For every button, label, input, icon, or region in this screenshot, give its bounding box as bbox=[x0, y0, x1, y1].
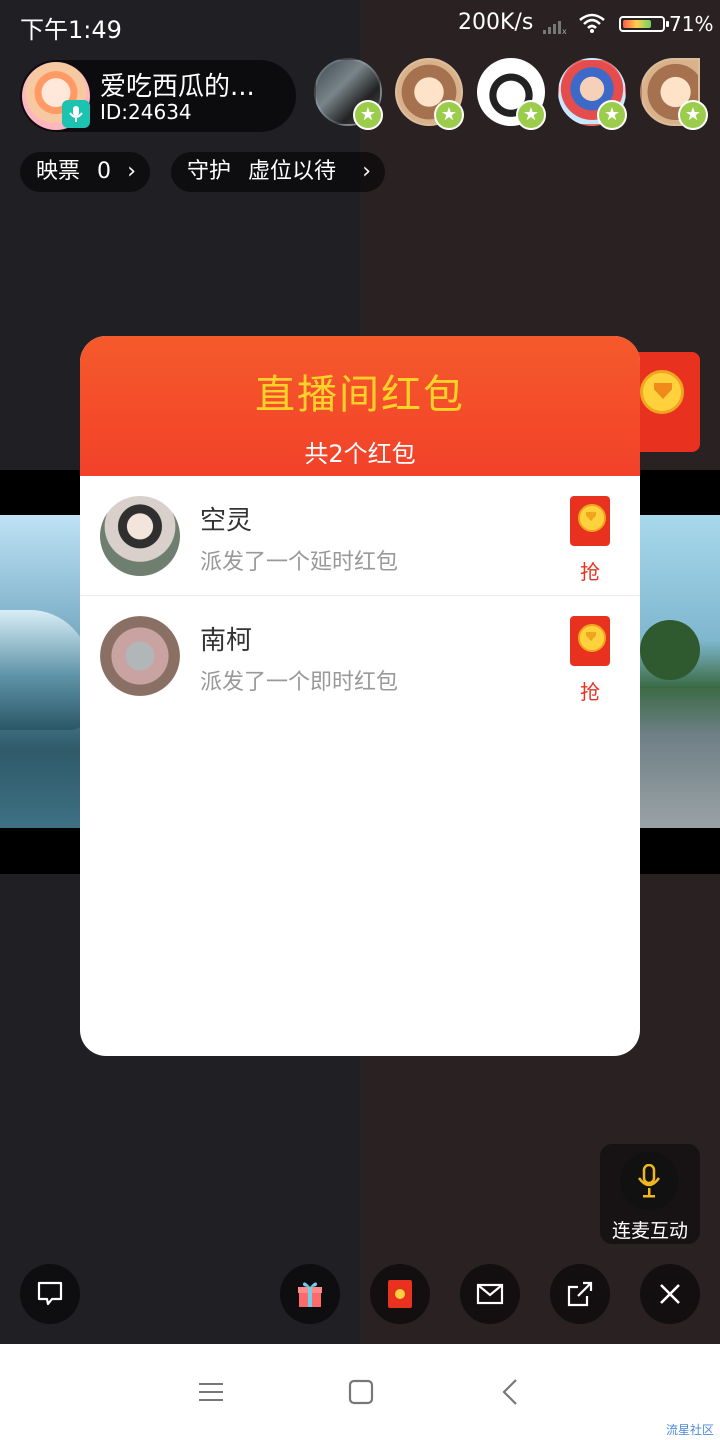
guard-value: 虚位以待 bbox=[248, 159, 337, 184]
star-badge-icon: ★ bbox=[434, 100, 464, 130]
red-packet-icon[interactable] bbox=[570, 616, 610, 666]
host-name: 爱吃西瓜的... bbox=[100, 72, 255, 102]
link-mic-label: 连麦互动 bbox=[611, 1220, 688, 1242]
wifi-icon bbox=[579, 13, 605, 33]
menu-icon[interactable] bbox=[195, 1376, 227, 1408]
list-item[interactable]: 南柯 派发了一个即时红包 抢 bbox=[80, 596, 640, 716]
sender-name: 空灵 bbox=[200, 506, 253, 536]
votes-label: 映票 bbox=[36, 159, 81, 184]
dialog-subtitle: 共2个红包 bbox=[304, 440, 416, 468]
back-icon[interactable] bbox=[496, 1376, 528, 1408]
red-packet-icon bbox=[388, 1280, 412, 1308]
guard-pill[interactable]: 守护 虚位以待 › bbox=[171, 152, 385, 192]
mic-badge-icon bbox=[62, 100, 90, 128]
gift-icon bbox=[298, 1282, 322, 1307]
sender-avatar bbox=[100, 616, 180, 696]
link-mic-button[interactable]: 连麦互动 bbox=[600, 1144, 700, 1244]
message-button[interactable] bbox=[460, 1264, 520, 1324]
dialog-title: 直播间红包 bbox=[255, 372, 465, 418]
share-icon bbox=[567, 1281, 593, 1307]
guard-label: 守护 bbox=[187, 159, 232, 184]
packet-desc: 派发了一个即时红包 bbox=[200, 670, 399, 695]
share-button[interactable] bbox=[550, 1264, 610, 1324]
star-badge-icon: ★ bbox=[678, 100, 708, 130]
network-speed: 200K/s bbox=[458, 10, 534, 35]
status-time: 下午1:49 bbox=[20, 16, 122, 44]
star-badge-icon: ★ bbox=[353, 100, 383, 130]
red-packet-dialog: 直播间红包 共2个红包 空灵 派发了一个延时红包 抢 南柯 派发了一个即时红包 … bbox=[80, 336, 640, 1056]
mail-icon bbox=[476, 1283, 504, 1305]
red-packet-button[interactable] bbox=[370, 1264, 430, 1324]
dialog-header: 直播间红包 共2个红包 bbox=[80, 336, 640, 476]
chat-icon bbox=[37, 1281, 63, 1306]
chevron-right-icon: › bbox=[362, 159, 371, 184]
microphone-icon bbox=[620, 1152, 678, 1210]
star-badge-icon: ★ bbox=[597, 100, 627, 130]
chat-button[interactable] bbox=[20, 1264, 80, 1324]
sender-avatar bbox=[100, 496, 180, 576]
host-id: ID:24634 bbox=[100, 100, 192, 124]
video-trees bbox=[640, 620, 700, 680]
votes-pill[interactable]: 映票 0 › bbox=[20, 152, 150, 192]
battery-percent: 71% bbox=[669, 12, 714, 36]
packet-desc: 派发了一个延时红包 bbox=[200, 550, 399, 575]
system-nav-bar: 流星社区 bbox=[0, 1344, 720, 1440]
grab-button[interactable]: 抢 bbox=[570, 676, 610, 705]
grab-button[interactable]: 抢 bbox=[570, 556, 610, 585]
home-icon[interactable] bbox=[345, 1376, 377, 1408]
diamond-coin-icon bbox=[640, 370, 684, 414]
chevron-right-icon: › bbox=[127, 159, 136, 184]
close-icon bbox=[660, 1284, 680, 1304]
battery-icon bbox=[619, 16, 669, 32]
red-packet-float-button[interactable] bbox=[630, 352, 700, 452]
red-packet-icon[interactable] bbox=[570, 496, 610, 546]
host-card[interactable]: 爱吃西瓜的... ID:24634 bbox=[20, 60, 296, 132]
star-badge-icon: ★ bbox=[516, 100, 546, 130]
watermark: 流星社区 bbox=[665, 1423, 714, 1437]
svg-text:x: x bbox=[562, 27, 567, 34]
status-bar: 下午1:49 200K/s x 71% bbox=[0, 0, 720, 50]
signal-icon: x bbox=[543, 21, 567, 34]
close-button[interactable] bbox=[640, 1264, 700, 1324]
gift-button[interactable] bbox=[280, 1264, 340, 1324]
sender-name: 南柯 bbox=[200, 626, 253, 656]
list-item[interactable]: 空灵 派发了一个延时红包 抢 bbox=[80, 476, 640, 596]
votes-value: 0 bbox=[97, 159, 112, 184]
